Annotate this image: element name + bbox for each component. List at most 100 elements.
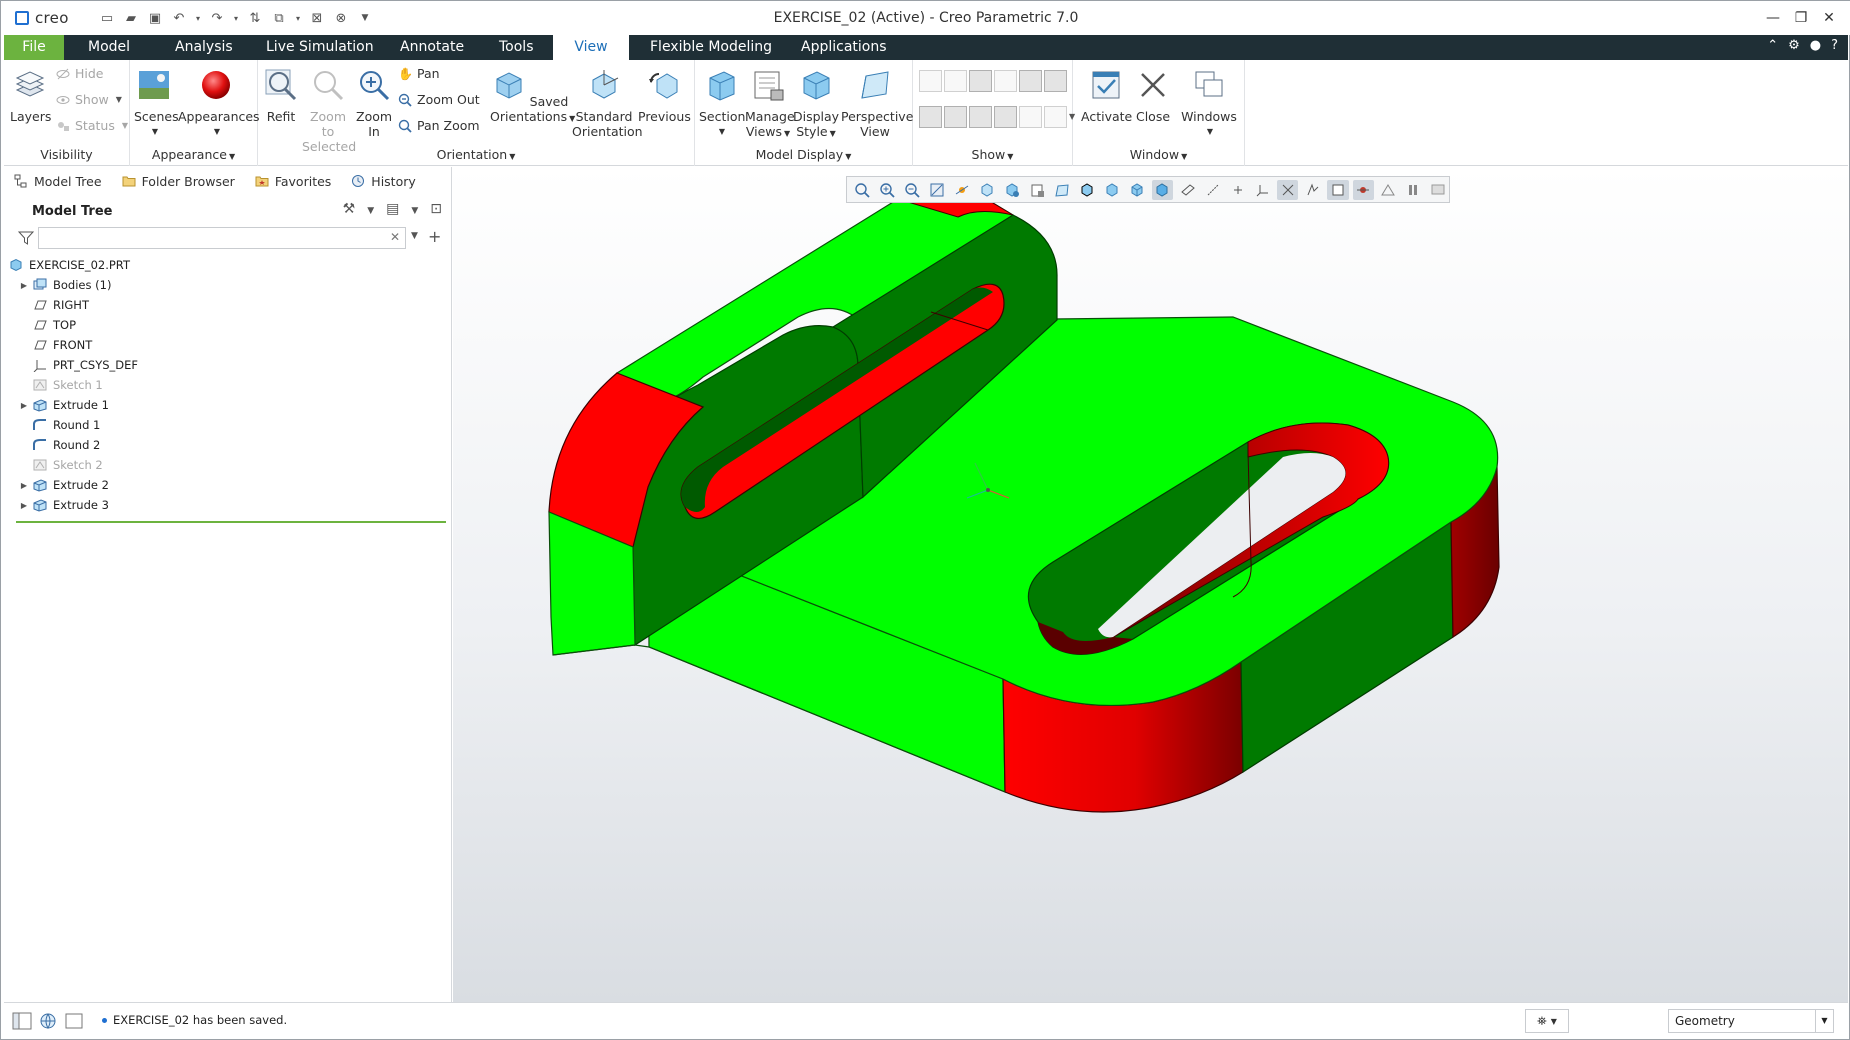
minimize-icon[interactable]: — xyxy=(1759,7,1787,29)
scenes-button[interactable]: Scenes ▼ xyxy=(134,68,179,139)
expand-arrow-icon[interactable]: ▶ xyxy=(16,501,32,510)
close-button[interactable]: Close xyxy=(1133,68,1173,124)
spin-center-display-icon[interactable] xyxy=(994,106,1017,128)
expand-arrow-icon[interactable]: ▶ xyxy=(16,281,32,290)
standard-orientation-button[interactable]: Standard Orientation xyxy=(572,68,643,139)
insert-here-marker[interactable] xyxy=(16,521,446,523)
expand-arrow-icon[interactable]: ▶ xyxy=(16,401,32,410)
tab-model[interactable]: Model xyxy=(76,35,142,60)
spin-center-icon[interactable] xyxy=(951,180,972,200)
group-label-orientation[interactable]: Orientation ▼ xyxy=(258,147,694,162)
annotation-display-icon[interactable] xyxy=(1044,70,1067,92)
maximize-icon[interactable]: ❐ xyxy=(1787,7,1815,29)
zoom-out-view-icon[interactable] xyxy=(901,180,922,200)
tab-file[interactable]: File xyxy=(4,35,64,60)
group-label-show[interactable]: Show ▼ xyxy=(913,147,1072,162)
full-screen-icon[interactable] xyxy=(64,1012,84,1030)
clear-search-icon[interactable]: ✕ xyxy=(390,230,400,244)
datum-points-icon[interactable] xyxy=(1227,180,1248,200)
tree-settings-dropdown-icon[interactable]: ▼ xyxy=(367,201,374,221)
new-file-icon[interactable]: ▭ xyxy=(97,9,117,27)
tab-annotate[interactable]: Annotate xyxy=(388,35,476,60)
pan-zoom-button[interactable]: Pan Zoom xyxy=(398,118,480,133)
saved-orientations-button[interactable]: Saved Orientations ▼ xyxy=(490,68,575,126)
saved-orientations-view-icon[interactable] xyxy=(1001,180,1022,200)
point-display-icon[interactable] xyxy=(969,70,992,92)
collapse-ribbon-icon[interactable]: ⌃ xyxy=(1767,38,1778,53)
tab-analysis[interactable]: Analysis xyxy=(163,35,245,60)
expand-arrow-icon[interactable]: ▶ xyxy=(16,481,32,490)
display-style-small-icon[interactable] xyxy=(1127,180,1148,200)
graphics-window[interactable] xyxy=(453,167,1848,1002)
3d-notes-display-icon[interactable] xyxy=(1019,106,1042,128)
point-tag-display-icon[interactable] xyxy=(944,106,967,128)
plane-tag-display-icon[interactable] xyxy=(1019,70,1042,92)
hide-button[interactable]: Hide xyxy=(56,66,104,81)
view-manager-icon[interactable] xyxy=(1027,180,1048,200)
help-icon[interactable]: ? xyxy=(1831,38,1838,53)
section-button[interactable]: Section ▼ xyxy=(699,68,745,139)
show-button[interactable]: Show ▼ xyxy=(56,92,122,107)
pause-icon[interactable] xyxy=(1403,180,1424,200)
tree-item-exercise-02-prt[interactable]: EXERCISE_02.PRT xyxy=(4,255,452,275)
group-label-model-display[interactable]: Model Display ▼ xyxy=(695,147,912,162)
tab-history[interactable]: History xyxy=(341,167,425,195)
customize-qat-icon[interactable]: ▼ xyxy=(355,9,375,27)
tree-item-front[interactable]: FRONT xyxy=(4,335,452,355)
view-orientation-icon[interactable] xyxy=(976,180,997,200)
shading-icon[interactable] xyxy=(1102,180,1123,200)
undo-icon[interactable]: ↶ xyxy=(169,9,189,27)
axis-display-icon[interactable] xyxy=(944,70,967,92)
search-dropdown-icon[interactable]: ▼ xyxy=(411,231,418,241)
tab-view[interactable]: View xyxy=(553,35,629,60)
tree-item-right[interactable]: RIGHT xyxy=(4,295,452,315)
axis-tag-display-icon[interactable] xyxy=(919,106,942,128)
manage-views-button[interactable]: Manage Views ▼ xyxy=(745,68,795,141)
csys-display-icon[interactable] xyxy=(994,70,1017,92)
tree-item-round-2[interactable]: Round 2 xyxy=(4,435,452,455)
close-icon[interactable]: ✕ xyxy=(1815,7,1843,29)
tree-settings-icon[interactable]: ⚒ xyxy=(343,201,356,221)
tab-live-simulation[interactable]: Live Simulation xyxy=(254,35,386,60)
windows-button[interactable]: Windows ▼ xyxy=(1181,68,1237,139)
selection-filter-dropdown[interactable]: Geometry ▼ xyxy=(1668,1009,1834,1033)
refit-view-icon[interactable] xyxy=(851,180,872,200)
sketch-view-icon[interactable] xyxy=(1302,180,1323,200)
presentation-icon[interactable] xyxy=(1428,180,1449,200)
shading-active-icon[interactable] xyxy=(1151,179,1174,200)
windows-dropdown-icon[interactable]: ▾ xyxy=(293,9,303,27)
previous-button[interactable]: Previous xyxy=(638,68,691,124)
save-icon[interactable]: ▣ xyxy=(145,9,165,27)
add-filter-icon[interactable]: + xyxy=(428,227,441,246)
tab-tools[interactable]: Tools xyxy=(487,35,546,60)
activate-button[interactable]: Activate xyxy=(1081,68,1132,124)
point-tag-icon[interactable] xyxy=(1277,179,1299,200)
tree-item-round-1[interactable]: Round 1 xyxy=(4,415,452,435)
3d-model-view[interactable] xyxy=(453,167,1848,1002)
zoom-to-selected-button[interactable]: Zoom to Selected xyxy=(302,68,356,154)
tree-item-prt-csys-def[interactable]: PRT_CSYS_DEF xyxy=(4,355,452,375)
sketch-display-icon[interactable] xyxy=(1044,106,1067,128)
layers-button[interactable]: Layers xyxy=(10,68,51,124)
regenerate-icon[interactable]: ⇅ xyxy=(245,9,265,27)
open-folder-icon[interactable]: ▰ xyxy=(121,9,141,27)
pan-button[interactable]: ✋ Pan xyxy=(398,66,440,81)
tree-item-extrude-3[interactable]: ▶ Extrude 3 xyxy=(4,495,452,515)
tree-item-extrude-1[interactable]: ▶ Extrude 1 xyxy=(4,395,452,415)
group-label-window[interactable]: Window ▼ xyxy=(1073,147,1244,162)
tree-filters-icon[interactable]: ⊡ xyxy=(430,201,442,221)
settings-icon[interactable]: ⚙ xyxy=(1788,38,1800,53)
toggle-navigator-icon[interactable] xyxy=(12,1012,32,1030)
csys-icon[interactable] xyxy=(1252,180,1273,200)
redo-icon[interactable]: ↷ xyxy=(207,9,227,27)
status-button[interactable]: Status ▼ xyxy=(56,118,128,133)
undo-dropdown-icon[interactable]: ▾ xyxy=(193,9,203,27)
tree-item-sketch-1[interactable]: Sketch 1 xyxy=(4,375,452,395)
perspective-view-button[interactable]: Perspective View xyxy=(841,68,913,139)
tree-item-top[interactable]: TOP xyxy=(4,315,452,335)
tree-search-input[interactable] xyxy=(38,227,406,249)
perspective-view-small-icon[interactable] xyxy=(1052,180,1073,200)
appearances-button[interactable]: Appearances ▼ xyxy=(178,68,260,139)
toggle-browser-icon[interactable] xyxy=(38,1012,58,1030)
show-columns-icon[interactable]: ▤ xyxy=(386,201,399,221)
